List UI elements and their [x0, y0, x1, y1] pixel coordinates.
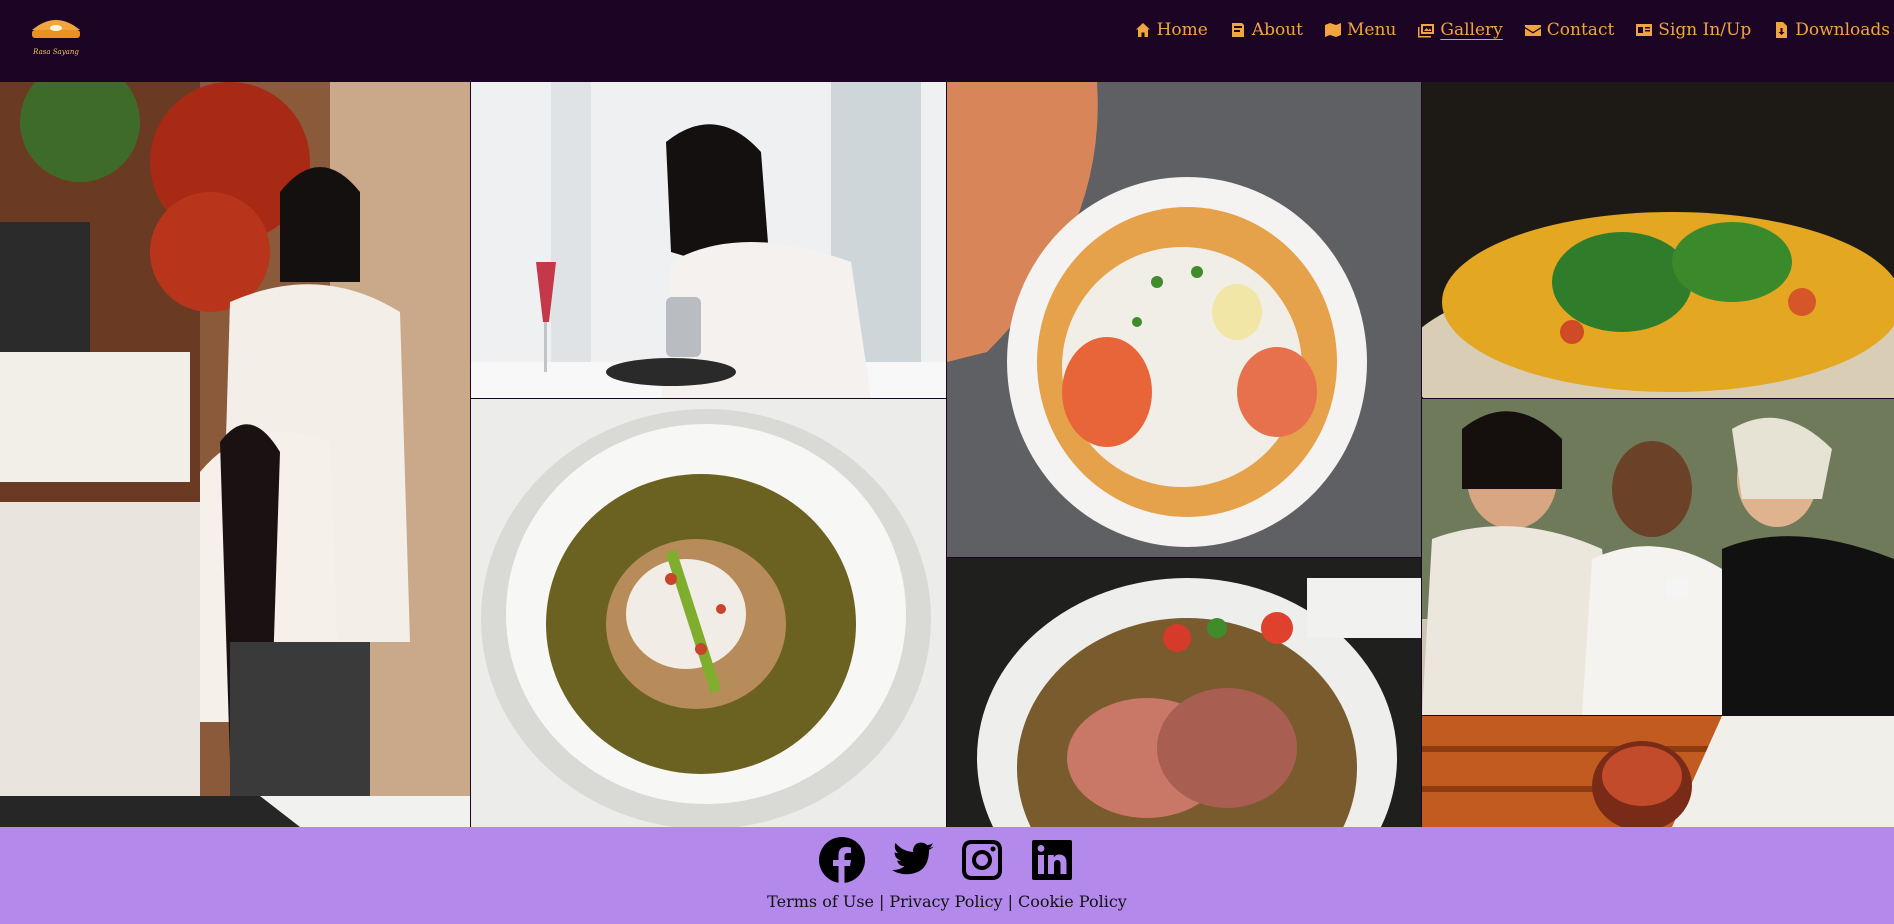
photo-icon — [947, 558, 1421, 827]
policy-links: Terms of Use | Privacy Policy | Cookie Polic… — [0, 892, 1894, 911]
instagram-link[interactable] — [958, 836, 1006, 884]
separator: | — [1007, 892, 1013, 911]
logo[interactable]: Rasa Sayang — [30, 18, 82, 58]
privacy-link[interactable]: Privacy Policy — [889, 892, 1002, 911]
nav-menu[interactable]: Menu — [1325, 20, 1396, 40]
twitter-icon — [892, 842, 934, 875]
book-icon — [1231, 23, 1244, 37]
social-links — [0, 836, 1894, 884]
photo-icon — [947, 82, 1421, 557]
facebook-link[interactable] — [818, 836, 866, 884]
nav-gallery[interactable]: Gallery — [1418, 20, 1503, 40]
id-card-icon — [1636, 24, 1653, 36]
separator: | — [879, 892, 885, 911]
envelope-icon — [1524, 25, 1541, 36]
photo-icon — [0, 796, 470, 827]
nav-signin-label: Sign In/Up — [1658, 20, 1752, 40]
nav-contact[interactable]: Contact — [1524, 20, 1615, 40]
photo-gallery — [0, 82, 1894, 827]
logo-text: Rasa Sayang — [33, 48, 79, 56]
gallery-image-mother-daughter[interactable] — [0, 82, 470, 796]
home-icon — [1135, 23, 1150, 37]
nav-about-label: About — [1251, 20, 1304, 40]
map-icon — [1325, 23, 1342, 37]
gallery-image-shrimp-soup[interactable] — [947, 82, 1421, 557]
photo-icon — [1422, 82, 1894, 398]
nav-home-label: Home — [1156, 20, 1208, 40]
nav-about[interactable]: About — [1230, 20, 1303, 40]
logo-bowl-icon — [32, 20, 80, 38]
nav-gallery-label: Gallery — [1440, 20, 1503, 40]
cookie-link[interactable]: Cookie Policy — [1018, 892, 1127, 911]
photo-icon — [0, 82, 470, 796]
photo-icon — [471, 399, 946, 827]
photo-icon — [1422, 399, 1894, 715]
facebook-icon — [819, 837, 865, 883]
nav-menu-label: Menu — [1347, 20, 1397, 40]
nav-home[interactable]: Home — [1135, 20, 1208, 40]
gallery-image-menu-table[interactable] — [1422, 716, 1894, 827]
gallery-image-partial-bottom-left[interactable] — [0, 796, 470, 827]
twitter-link[interactable] — [888, 836, 936, 884]
file-download-icon — [1776, 22, 1788, 38]
instagram-icon — [962, 840, 1002, 880]
nav-downloads-label: Downloads — [1795, 20, 1890, 40]
linkedin-icon — [1032, 840, 1072, 880]
site-footer: Terms of Use | Privacy Policy | Cookie Polic… — [0, 827, 1894, 924]
main-nav: Home About Menu Gallery Contact Sign In/… — [1113, 20, 1890, 40]
nav-downloads[interactable]: Downloads — [1773, 20, 1890, 40]
site-header: Rasa Sayang Home About Menu Gallery Cont… — [0, 0, 1894, 82]
terms-link[interactable]: Terms of Use — [767, 892, 874, 911]
photo-icon — [1422, 716, 1894, 827]
gallery-image-yellow-noodles[interactable] — [1422, 82, 1894, 398]
photo-icon — [471, 82, 946, 398]
gallery-image-friends-cafe[interactable] — [1422, 399, 1894, 715]
nav-signin[interactable]: Sign In/Up — [1636, 20, 1751, 40]
gallery-image-steak-salad[interactable] — [947, 558, 1421, 827]
images-icon — [1418, 24, 1435, 38]
linkedin-link[interactable] — [1028, 836, 1076, 884]
gallery-image-noodle-soup[interactable] — [471, 399, 946, 827]
nav-contact-label: Contact — [1546, 20, 1615, 40]
gallery-image-woman-eating[interactable] — [471, 82, 946, 398]
